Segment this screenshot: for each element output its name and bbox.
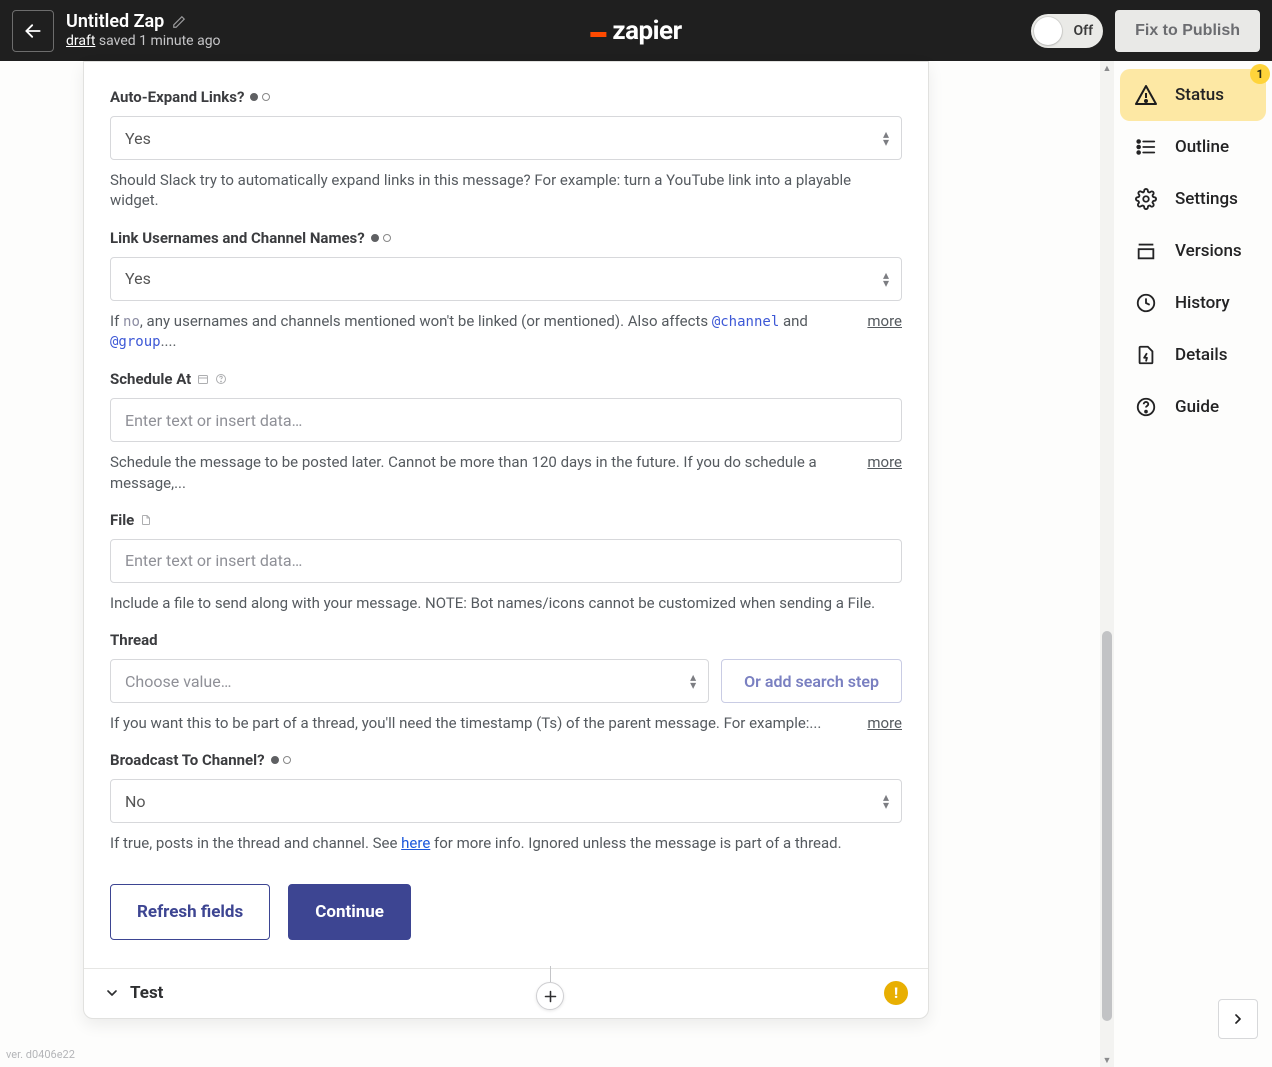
clock-icon xyxy=(1134,291,1158,315)
scrollbar[interactable]: ▲ ▼ xyxy=(1100,61,1114,1067)
chevron-up-down-icon: ▴▾ xyxy=(883,271,889,287)
zapier-logo: zapier xyxy=(590,16,681,46)
chevron-down-icon xyxy=(104,985,120,1001)
helper-text: Should Slack try to automatically expand… xyxy=(110,170,902,211)
field-label: Link Usernames and Channel Names? xyxy=(110,229,365,247)
scroll-down-icon: ▼ xyxy=(1100,1053,1114,1067)
sidebar-item-label: Settings xyxy=(1175,189,1238,209)
field-thread: Thread Choose value… ▴▾ Or add search st… xyxy=(110,631,902,733)
pip-filled-icon xyxy=(271,756,279,764)
right-sidebar: Status 1 Outline Settings Versions Histo… xyxy=(1114,61,1272,1067)
thread-select[interactable]: Choose value… ▴▾ xyxy=(110,659,709,703)
title-block: Untitled Zap draft saved 1 minute ago xyxy=(66,11,221,51)
chevron-up-down-icon: ▴▾ xyxy=(690,673,696,689)
back-button[interactable] xyxy=(12,10,54,52)
zap-title[interactable]: Untitled Zap xyxy=(66,11,164,34)
test-section-toggle[interactable]: Test ! xyxy=(84,968,928,1018)
logo-bar-icon xyxy=(590,32,606,37)
helper-text: Include a file to send along with your m… xyxy=(110,593,902,613)
sidebar-item-label: Status xyxy=(1175,85,1224,105)
warning-badge-icon: ! xyxy=(884,981,908,1005)
field-link-usernames: Link Usernames and Channel Names? Yes ▴▾… xyxy=(110,229,902,353)
chevron-right-icon xyxy=(1230,1011,1246,1027)
gear-icon xyxy=(1134,187,1158,211)
sidebar-item-details[interactable]: Details xyxy=(1120,329,1266,381)
helper-text: If no, any usernames and channels mentio… xyxy=(110,311,855,353)
editor-canvas: Auto-Expand Links? Yes ▴▾ Should Slack t… xyxy=(0,61,1100,1067)
sidebar-item-versions[interactable]: Versions xyxy=(1120,225,1266,277)
add-step-connector xyxy=(536,966,564,1010)
add-search-step-button[interactable]: Or add search step xyxy=(721,659,902,703)
versions-icon xyxy=(1134,239,1158,263)
pencil-icon[interactable] xyxy=(172,15,186,29)
field-schedule-at: Schedule At Enter text or insert data… S… xyxy=(110,370,902,493)
app-header: Untitled Zap draft saved 1 minute ago za… xyxy=(0,0,1272,61)
helper-text: If true, posts in the thread and channel… xyxy=(110,833,902,853)
sidebar-item-label: History xyxy=(1175,293,1230,313)
field-broadcast: Broadcast To Channel? No ▴▾ If true, pos… xyxy=(110,751,902,853)
field-label: Schedule At xyxy=(110,370,191,388)
step-config-card: Auto-Expand Links? Yes ▴▾ Should Slack t… xyxy=(83,61,929,1019)
continue-button[interactable]: Continue xyxy=(288,884,411,940)
file-input[interactable]: Enter text or insert data… xyxy=(110,539,902,583)
sidebar-item-settings[interactable]: Settings xyxy=(1120,173,1266,225)
scroll-up-icon: ▲ xyxy=(1100,61,1114,75)
collapse-sidebar-button[interactable] xyxy=(1218,999,1258,1039)
question-circle-icon xyxy=(1134,395,1158,419)
field-label: Broadcast To Channel? xyxy=(110,751,265,769)
helper-text: If you want this to be part of a thread,… xyxy=(110,713,855,733)
calendar-icon xyxy=(197,373,209,385)
auto-expand-select[interactable]: Yes ▴▾ xyxy=(110,116,902,160)
plus-icon xyxy=(543,989,558,1004)
sidebar-item-label: Details xyxy=(1175,345,1227,365)
more-link[interactable]: more xyxy=(867,311,902,331)
draft-link[interactable]: draft xyxy=(66,33,95,49)
chevron-up-down-icon: ▴▾ xyxy=(883,130,889,146)
more-link[interactable]: more xyxy=(867,713,902,733)
pip-empty-icon xyxy=(383,234,391,242)
schedule-at-input[interactable]: Enter text or insert data… xyxy=(110,398,902,442)
here-link[interactable]: here xyxy=(401,834,430,852)
sidebar-item-label: Versions xyxy=(1175,241,1242,261)
toggle-label: Off xyxy=(1074,23,1094,39)
sidebar-item-label: Guide xyxy=(1175,397,1219,417)
refresh-fields-button[interactable]: Refresh fields xyxy=(110,884,270,940)
link-usernames-select[interactable]: Yes ▴▾ xyxy=(110,257,902,301)
sidebar-item-history[interactable]: History xyxy=(1120,277,1266,329)
sidebar-item-guide[interactable]: Guide xyxy=(1120,381,1266,433)
sidebar-item-outline[interactable]: Outline xyxy=(1120,121,1266,173)
status-badge: 1 xyxy=(1250,64,1270,84)
toggle-knob xyxy=(1034,17,1062,45)
pip-filled-icon xyxy=(371,234,379,242)
sidebar-item-label: Outline xyxy=(1175,137,1229,157)
helper-text: Schedule the message to be posted later.… xyxy=(110,452,855,493)
file-icon xyxy=(140,514,152,526)
action-buttons: Refresh fields Continue xyxy=(110,884,902,940)
scroll-thumb[interactable] xyxy=(1102,631,1112,1021)
field-auto-expand: Auto-Expand Links? Yes ▴▾ Should Slack t… xyxy=(110,88,902,211)
broadcast-select[interactable]: No ▴▾ xyxy=(110,779,902,823)
bolt-document-icon xyxy=(1134,343,1158,367)
zap-on-off-toggle[interactable]: Off xyxy=(1031,14,1103,48)
save-status: draft saved 1 minute ago xyxy=(66,33,221,51)
field-file: File Enter text or insert data… Include … xyxy=(110,511,902,613)
pip-filled-icon xyxy=(250,93,258,101)
field-label: Thread xyxy=(110,631,158,649)
pip-empty-icon xyxy=(283,756,291,764)
help-icon xyxy=(215,373,227,385)
sidebar-item-status[interactable]: Status 1 xyxy=(1120,69,1266,121)
more-link[interactable]: more xyxy=(867,452,902,472)
field-label: Auto-Expand Links? xyxy=(110,88,244,106)
chevron-up-down-icon: ▴▾ xyxy=(883,793,889,809)
test-label: Test xyxy=(130,983,163,1003)
arrow-left-icon xyxy=(23,21,43,41)
field-label: File xyxy=(110,511,134,529)
add-step-button[interactable] xyxy=(536,982,564,1010)
version-label: ver. d0406e22 xyxy=(6,1048,75,1061)
list-icon xyxy=(1134,135,1158,159)
warning-triangle-icon xyxy=(1134,83,1158,107)
pip-empty-icon xyxy=(262,93,270,101)
publish-button[interactable]: Fix to Publish xyxy=(1115,10,1260,52)
